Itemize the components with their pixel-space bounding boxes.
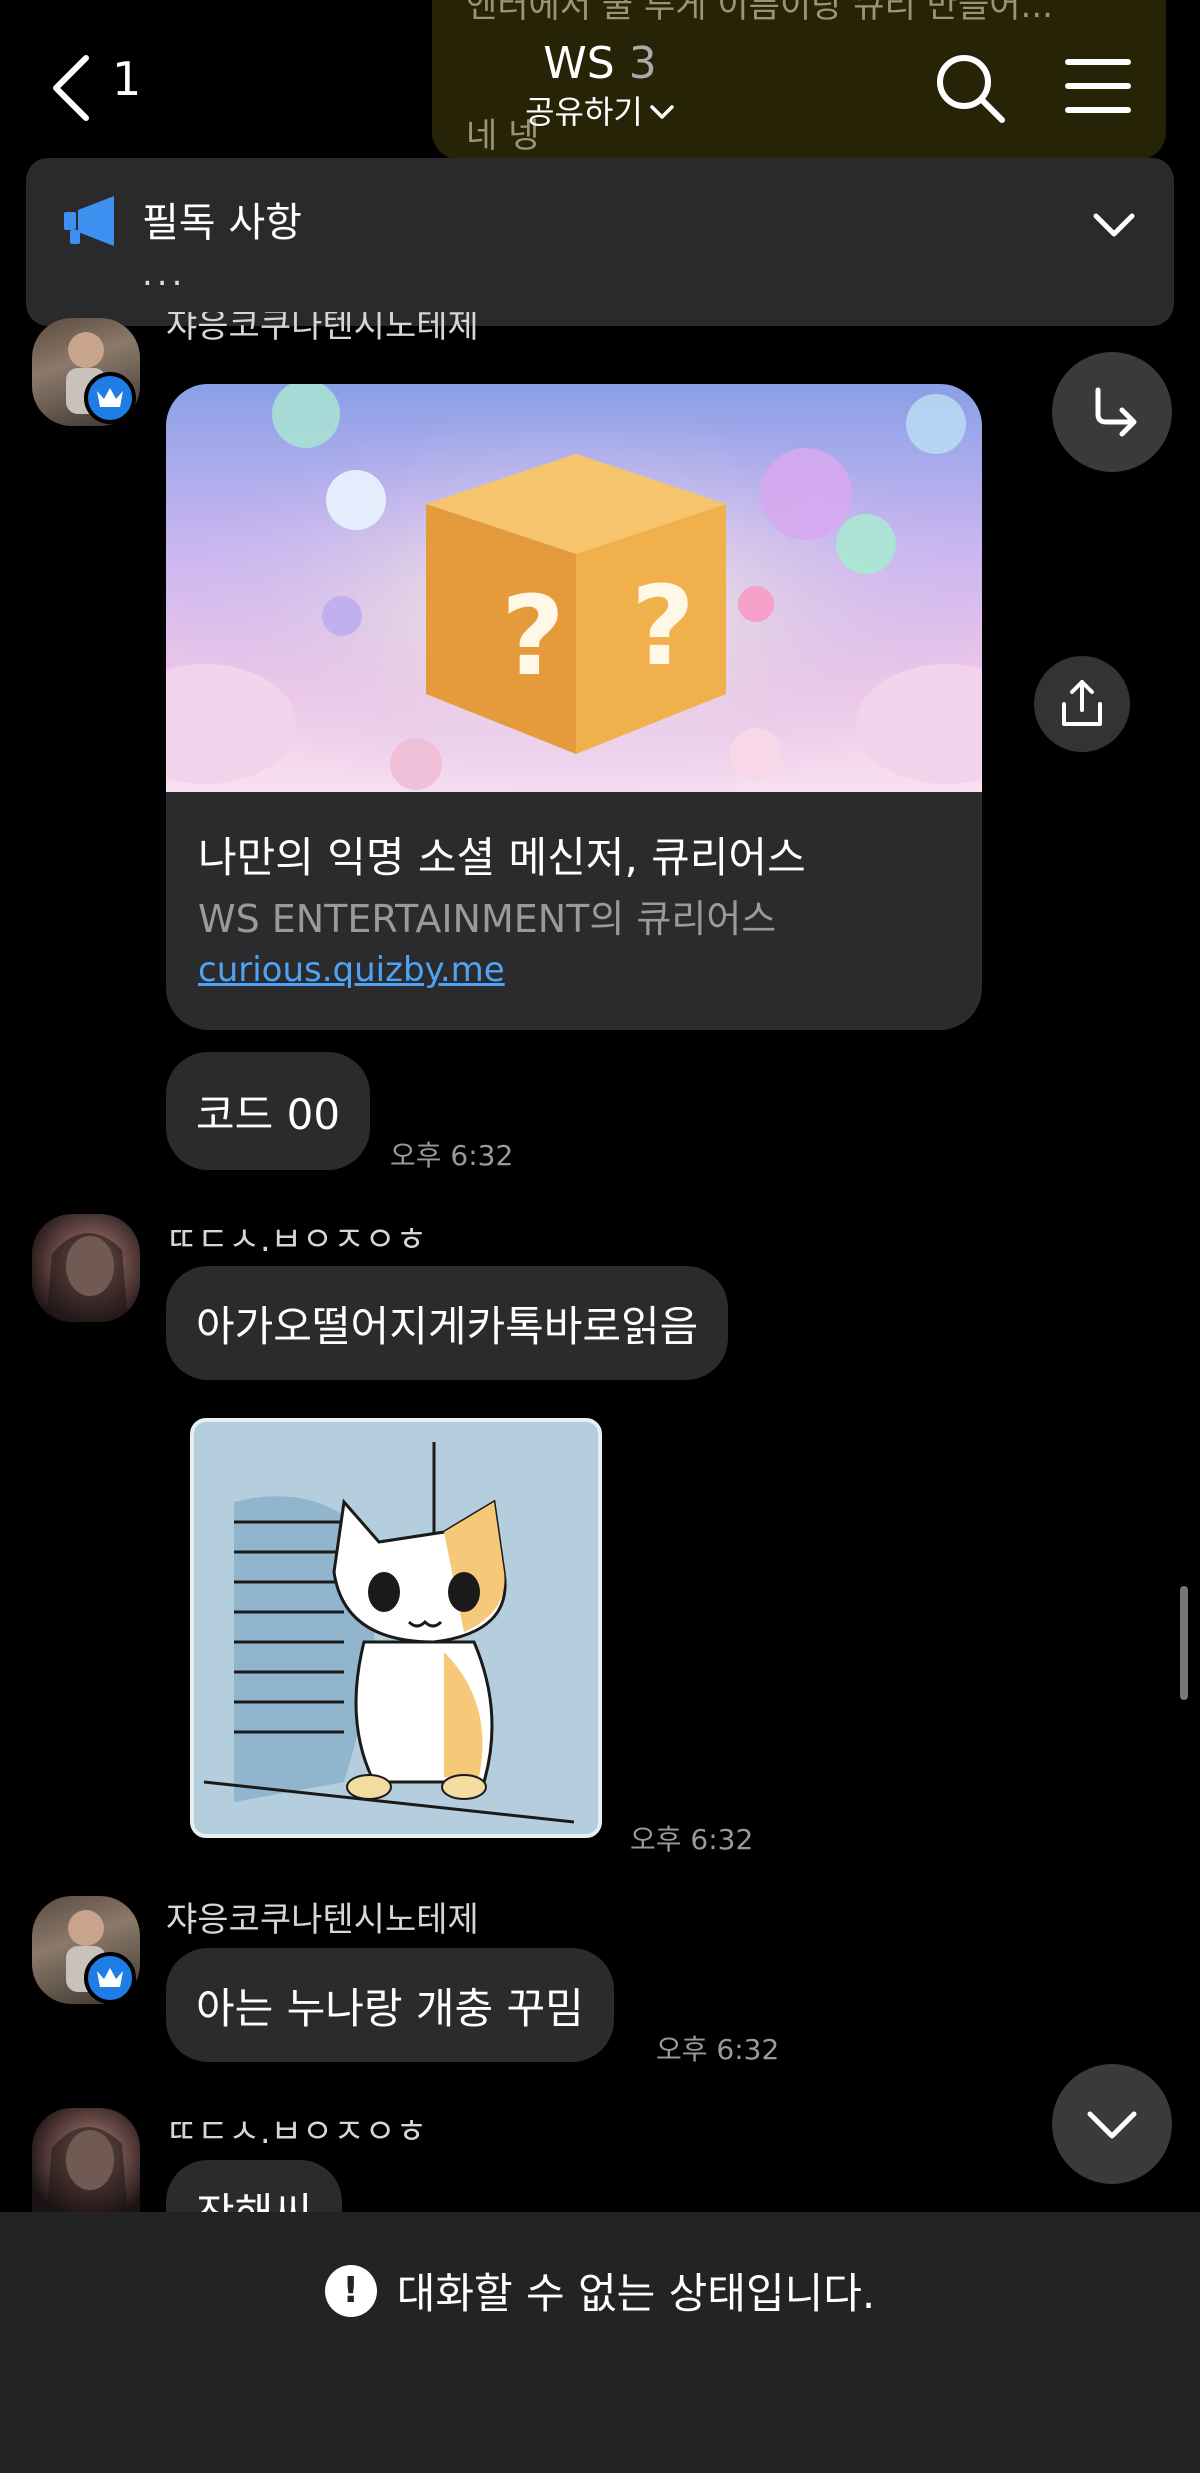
sticker-image[interactable]: [190, 1418, 602, 1838]
link-card-url[interactable]: curious.quizby.me: [198, 950, 505, 990]
avatar-image: [46, 1232, 128, 1322]
sender-name: ㄸㄷㅅ.ㅂㅇㅈㅇㅎ: [166, 1220, 428, 1260]
notice-expand-button[interactable]: [1090, 206, 1138, 246]
cat-sticker-art: [194, 1422, 598, 1834]
message-bubble: 아가오떨어지게카톡바로읽음: [166, 1266, 729, 1380]
sender-name: ㄸㄷㅅ.ㅂㅇㅈㅇㅎ: [166, 2112, 428, 2152]
chat-title: WS 3: [440, 36, 760, 92]
back-button[interactable]: [48, 48, 112, 128]
crown-icon: [84, 1952, 136, 2004]
back-icon: [53, 55, 89, 121]
share-icon: [1062, 680, 1102, 726]
blocked-notice: ! 대화할 수 없는 상태입니다.: [0, 2260, 1200, 2321]
chevron-down-icon: [650, 105, 674, 119]
avatar[interactable]: [32, 1214, 140, 1322]
input-area-disabled: [0, 2212, 1200, 2473]
share-label: 공유하기: [525, 93, 643, 131]
forward-icon: [1095, 387, 1137, 437]
blocked-text: 대화할 수 없는 상태입니다.: [396, 2269, 876, 2318]
chat-header: 1 WS 3 공유하기: [0, 0, 1200, 160]
message-text: 아가오떨어지게카톡바로읽음: [196, 1301, 699, 1351]
message-time: 오후 6:32: [390, 1139, 514, 1172]
chevron-down-icon: [1093, 213, 1135, 237]
sender-name: 쟈응코쿠나텐시노테제: [166, 1900, 479, 1940]
link-preview-image: ? ?: [166, 384, 982, 792]
message-text: 잔해씨: [196, 2180, 312, 2212]
message-time: 오후 6:32: [630, 1823, 754, 1856]
pinned-notice[interactable]: 필독 사항 ...: [26, 158, 1174, 326]
chevron-down-icon: [1087, 2111, 1137, 2139]
megaphone-icon: [62, 194, 120, 248]
scrollbar[interactable]: [1180, 1586, 1188, 1700]
message-bubble: 잔해씨: [166, 2160, 342, 2212]
forward-button[interactable]: [1052, 352, 1172, 472]
exclamation-icon: !: [324, 2264, 377, 2317]
avatar[interactable]: [32, 2108, 140, 2212]
unread-count: 1: [112, 52, 142, 106]
message-bubble: 아는 누나랑 개충 꾸밈: [166, 1948, 614, 2062]
share-dropdown[interactable]: 공유하기: [525, 92, 675, 132]
chat-title-block[interactable]: WS 3 공유하기: [440, 36, 760, 132]
search-button[interactable]: [932, 50, 1008, 126]
chat-name: WS: [543, 38, 615, 89]
message-text: 코드 00: [196, 1089, 341, 1139]
svg-text:?: ?: [501, 572, 565, 700]
message-text: 아는 누나랑 개충 꾸밈: [196, 1983, 584, 2033]
link-preview-card[interactable]: ? ? 나만의 익명 소셜 메신저, 큐리어스 WS ENTERTAINMENT…: [166, 384, 982, 1030]
sender-name: 쟈응코쿠나텐시노테제: [166, 312, 479, 354]
search-icon: [937, 55, 1005, 123]
svg-text:?: ?: [631, 562, 695, 690]
scroll-to-bottom-button[interactable]: [1052, 2064, 1172, 2184]
message-time: 오후 6:32: [656, 2033, 780, 2066]
link-card-title: 나만의 익명 소셜 메신저, 큐리어스: [198, 833, 806, 882]
member-count: 3: [628, 38, 657, 89]
menu-button[interactable]: [1064, 56, 1132, 116]
share-button[interactable]: [1034, 656, 1130, 752]
crown-icon: [84, 372, 136, 424]
message-bubble: 코드 00: [166, 1052, 371, 1170]
notice-preview: ...: [142, 254, 187, 294]
link-card-description: WS ENTERTAINMENT의 큐리어스: [198, 897, 777, 941]
menu-icon: [1065, 59, 1131, 113]
avatar-image: [46, 2127, 128, 2212]
notice-title: 필독 사항: [142, 200, 302, 246]
sender-name-text: 쟈응코쿠나텐시노테제: [166, 312, 479, 346]
